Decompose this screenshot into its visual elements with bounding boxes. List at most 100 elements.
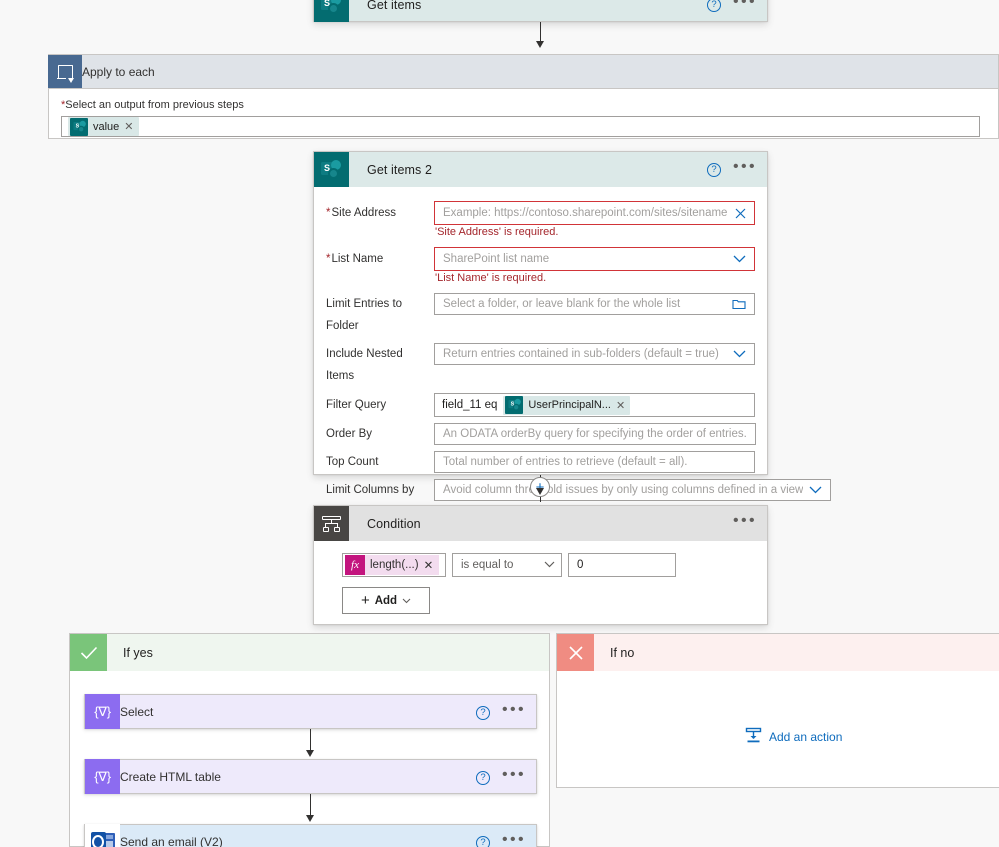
field-filter-query: Filter Query field_11 eq S UserPrincipal… xyxy=(326,393,755,417)
field-label: Filter Query xyxy=(326,399,387,411)
condition-left-operand[interactable]: fx length(...) ✕ xyxy=(342,553,446,577)
condition-icon xyxy=(314,506,349,541)
chevron-down-icon xyxy=(402,595,411,607)
condition-right-operand[interactable]: 0 xyxy=(568,553,676,577)
output-token[interactable]: S value ✕ xyxy=(68,117,139,136)
placeholder-text: Example: https://contoso.sharepoint.com/… xyxy=(443,207,728,219)
more-menu-icon[interactable]: ••• xyxy=(502,766,526,785)
placeholder-text: An ODATA orderBy query for specifying th… xyxy=(443,428,747,440)
include-nested-items-input[interactable]: Return entries contained in sub-folders … xyxy=(434,343,755,365)
filter-query-token[interactable]: S UserPrincipalN... ✕ xyxy=(503,395,631,415)
action-title: Create HTML table xyxy=(120,769,221,784)
field-site-address: *Site Address Example: https://contoso.s… xyxy=(326,201,755,242)
help-icon[interactable]: ? xyxy=(475,705,490,720)
top-count-input[interactable]: Total number of entries to retrieve (def… xyxy=(434,451,755,473)
token-label: UserPrincipalN... xyxy=(528,399,611,411)
action-card-get-items[interactable]: S Get items ? ••• xyxy=(313,0,768,22)
header-actions: ? ••• xyxy=(475,760,526,795)
field-label: Order By xyxy=(326,428,373,440)
add-button-label: Add xyxy=(374,594,398,607)
expression-remove-icon[interactable]: ✕ xyxy=(424,558,434,572)
expression-chip[interactable]: fx length(...) ✕ xyxy=(345,555,440,575)
chevron-down-icon xyxy=(544,559,555,571)
chevron-down-icon[interactable] xyxy=(733,350,746,358)
help-icon[interactable]: ? xyxy=(475,770,490,785)
field-order-by: Order By An ODATA orderBy query for spec… xyxy=(326,423,756,445)
action-card-send-an-email[interactable]: Send an email (V2) ? ••• xyxy=(84,824,537,847)
field-include-nested-items: Include Nested Items Return entries cont… xyxy=(326,343,755,387)
condition-expression-row: fx length(...) ✕ is equal to 0 xyxy=(342,553,767,577)
branch-header-if-no[interactable]: If no xyxy=(557,634,999,671)
help-icon[interactable]: ? xyxy=(706,162,721,177)
field-label: Limit Entries to Folder xyxy=(326,298,403,332)
sharepoint-icon: S xyxy=(505,396,524,414)
header-actions: ? ••• xyxy=(475,825,526,847)
more-menu-icon[interactable]: ••• xyxy=(502,831,526,847)
order-by-input[interactable]: An ODATA orderBy query for specifying th… xyxy=(434,423,756,445)
operator-value: is equal to xyxy=(461,559,514,571)
action-header[interactable]: S Get items ? ••• xyxy=(314,0,767,22)
action-card-condition[interactable]: Condition ••• fx length(...) ✕ is equal … xyxy=(313,505,768,625)
list-name-input[interactable]: SharePoint list name xyxy=(434,247,755,271)
apply-to-each-body: *Select an output from previous steps S … xyxy=(48,89,999,139)
chevron-down-icon[interactable] xyxy=(809,486,822,494)
check-icon xyxy=(70,634,107,671)
help-icon[interactable]: ? xyxy=(475,835,490,847)
site-address-input[interactable]: Example: https://contoso.sharepoint.com/… xyxy=(434,201,755,225)
filter-query-input[interactable]: field_11 eq S UserPrincipalN... ✕ xyxy=(434,393,755,417)
more-menu-icon[interactable]: ••• xyxy=(733,512,757,531)
branch-header-if-yes[interactable]: If yes xyxy=(70,634,549,671)
chevron-down-icon[interactable] xyxy=(733,255,746,263)
action-header[interactable]: S Get items 2 ? ••• xyxy=(314,152,767,187)
header-actions: ? ••• xyxy=(706,0,757,22)
placeholder-text: SharePoint list name xyxy=(443,253,550,265)
help-icon[interactable]: ? xyxy=(706,0,721,12)
limit-entries-to-folder-input[interactable]: Select a folder, or leave blank for the … xyxy=(434,293,755,315)
add-an-action-button[interactable]: Add an action xyxy=(745,727,842,747)
condition-header[interactable]: Condition ••• xyxy=(314,506,767,541)
data-operation-icon: {∇} xyxy=(85,694,120,729)
token-remove-icon[interactable]: ✕ xyxy=(124,120,133,133)
select-output-label: *Select an output from previous steps xyxy=(61,99,998,111)
branch-if-no: If no xyxy=(556,633,999,788)
placeholder-text: Return entries contained in sub-folders … xyxy=(443,348,719,360)
loop-icon xyxy=(48,55,82,88)
connector-line xyxy=(540,497,541,502)
more-menu-icon[interactable]: ••• xyxy=(733,158,757,177)
required-marker: * xyxy=(326,207,331,219)
more-menu-icon[interactable]: ••• xyxy=(733,0,757,12)
token-label: value xyxy=(93,120,120,133)
add-action-icon xyxy=(745,727,762,747)
action-title: Send an email (V2) xyxy=(120,834,223,847)
add-action-label: Add an action xyxy=(769,730,843,744)
condition-operator-select[interactable]: is equal to xyxy=(452,553,562,577)
sharepoint-icon: S xyxy=(70,117,88,136)
header-actions: ? ••• xyxy=(475,695,526,730)
field-label: *List Name xyxy=(326,247,434,271)
apply-to-each-header[interactable]: Apply to each xyxy=(48,54,999,89)
select-output-input[interactable]: S value ✕ xyxy=(61,116,980,137)
clear-icon[interactable] xyxy=(735,208,746,219)
close-icon xyxy=(557,634,594,671)
branch-label: If no xyxy=(610,645,635,660)
action-card-get-items-2[interactable]: S Get items 2 ? ••• *Site Address Exampl… xyxy=(313,151,832,545)
sharepoint-icon: S xyxy=(314,152,349,187)
token-remove-icon[interactable]: ✕ xyxy=(616,399,625,412)
action-title: Select xyxy=(120,704,154,719)
action-card-select[interactable]: {∇} Select ? ••• xyxy=(84,694,537,729)
connector-arrow-icon xyxy=(536,41,544,48)
plus-icon: + xyxy=(360,592,370,609)
data-operation-icon: {∇} xyxy=(85,759,120,794)
list-name-error: 'List Name' is required. xyxy=(435,272,547,284)
required-marker: * xyxy=(326,253,331,265)
header-actions: ? ••• xyxy=(706,152,757,187)
connector-arrow-icon xyxy=(306,815,314,822)
more-menu-icon[interactable]: ••• xyxy=(502,701,526,720)
add-condition-button[interactable]: + Add xyxy=(342,587,430,614)
flow-designer-canvas: S Get items ? ••• Apply to each *Select … xyxy=(0,0,999,847)
action-card-create-html-table[interactable]: {∇} Create HTML table ? ••• xyxy=(84,759,537,794)
limit-columns-by-view-input[interactable]: Avoid column threshold issues by only us… xyxy=(434,479,832,501)
field-label: Top Count xyxy=(326,456,379,468)
label-text: List Name xyxy=(331,253,384,265)
folder-icon[interactable] xyxy=(732,298,746,310)
